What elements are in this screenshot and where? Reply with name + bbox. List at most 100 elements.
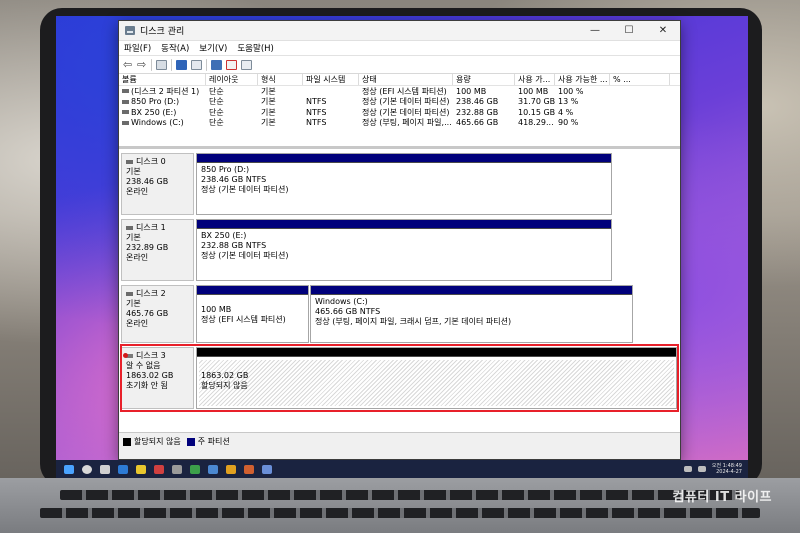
volume-layout: 단순 (209, 86, 224, 96)
clock[interactable]: 오전 1:48:49 2024-4-27 (712, 463, 742, 475)
partition-block[interactable]: 850 Pro (D:) 238.46 GB NTFS 정상 (기본 데이터 파… (196, 153, 612, 215)
disk-size: 238.46 GB (126, 177, 169, 186)
volume-row[interactable]: BX 250 (E:) 단순 기본 NTFS 정상 (기본 데이터 파티션) 2… (119, 107, 680, 118)
disk-2-row: 디스크 2 기본 465.76 GB 온라인 100 MB 정상 (EFI 시스… (121, 285, 676, 343)
volume-free-pct: 13 % (558, 97, 579, 107)
legend-swatch (123, 437, 131, 446)
settings-icon[interactable] (241, 59, 252, 70)
column-filesystem[interactable]: 파일 시스템 (303, 74, 359, 85)
legend-swatch (186, 437, 195, 446)
column-free-percent[interactable]: 사용 가능한 ... (555, 74, 610, 85)
column-type[interactable]: 형식 (258, 74, 303, 85)
column-extra[interactable]: % ... (610, 74, 670, 85)
connect-icon[interactable] (211, 59, 222, 70)
app-icon[interactable] (190, 464, 200, 474)
disk-name: 디스크 1 (136, 223, 166, 232)
volume-capacity: 238.46 GB (456, 97, 499, 107)
help-icon[interactable] (176, 59, 187, 70)
menu-file[interactable]: 파일(F) (119, 42, 156, 54)
column-volume[interactable]: 볼륨 (119, 74, 206, 85)
volume-free: 418.29... (518, 118, 554, 128)
task-view-icon[interactable] (100, 464, 110, 474)
disk-state: 온라인 (126, 319, 149, 328)
disk-label[interactable]: 디스크 0 기본 238.46 GB 온라인 (121, 153, 194, 215)
app-icon[interactable] (226, 464, 236, 474)
partition-block[interactable]: BX 250 (E:) 232.88 GB NTFS 정상 (기본 데이터 파티… (196, 219, 612, 281)
volume-free-pct: 4 % (558, 107, 574, 117)
disk-kind: 기본 (126, 233, 141, 242)
menu-view[interactable]: 보기(V) (194, 42, 232, 54)
start-icon[interactable] (64, 464, 74, 474)
column-free[interactable]: 사용 가... (515, 74, 555, 85)
key-row (40, 508, 760, 518)
disk-1-row: 디스크 1 기본 232.89 GB 온라인 BX 250 (E:) 232.8… (121, 219, 676, 281)
disk-management-taskbar-icon[interactable] (262, 464, 272, 474)
volume-type: 기본 (261, 118, 276, 128)
primary-partition-bar (311, 286, 632, 295)
console-tree-icon[interactable] (156, 59, 167, 70)
disk-kind: 기본 (126, 167, 141, 176)
maximize-button[interactable]: ☐ (612, 25, 646, 36)
volume-name: BX 250 (E:) (131, 107, 177, 117)
menu-bar: 파일(F) 동작(A) 보기(V) 도움말(H) (119, 41, 680, 56)
drive-icon (122, 110, 129, 115)
volume-type: 기본 (261, 86, 276, 96)
menu-help[interactable]: 도움말(H) (232, 42, 278, 54)
properties-icon[interactable] (191, 59, 202, 70)
clock-date: 2024-4-27 (716, 469, 742, 475)
column-capacity[interactable]: 용량 (453, 74, 515, 85)
volume-free-pct: 100 % (558, 86, 584, 96)
primary-partition-bar (197, 154, 611, 163)
volume-row[interactable]: 850 Pro (D:) 단순 기본 NTFS 정상 (기본 데이터 파티션) … (119, 97, 680, 108)
volume-name: Windows (C:) (131, 118, 184, 128)
minimize-button[interactable]: — (578, 25, 612, 36)
disk-state: 온라인 (126, 253, 149, 262)
app-icon[interactable] (244, 464, 254, 474)
disk-management-window: 디스크 관리 — ☐ ✕ 파일(F) 동작(A) 보기(V) 도움말(H) ⇦ … (118, 20, 681, 460)
disk-size: 232.89 GB (126, 243, 169, 252)
volume-list-header: 볼륨 레이아웃 형식 파일 시스템 상태 용량 사용 가... 사용 가능한 .… (119, 74, 680, 86)
forward-arrow-icon[interactable]: ⇨ (137, 59, 147, 70)
disk-map: 디스크 0 기본 238.46 GB 온라인 850 Pro (D:) 238.… (119, 149, 680, 432)
partition-title: 850 Pro (D:) (201, 165, 250, 174)
disk-size: 465.76 GB (126, 309, 169, 318)
volume-fs: NTFS (306, 97, 327, 107)
disk-label[interactable]: 디스크 2 기본 465.76 GB 온라인 (121, 285, 194, 343)
disk-icon (126, 160, 133, 164)
back-arrow-icon[interactable]: ⇦ (123, 59, 133, 70)
app-icon[interactable] (208, 464, 218, 474)
check-icon[interactable] (226, 59, 237, 70)
partition-size: 238.46 GB NTFS (201, 175, 267, 184)
disk-label[interactable]: 디스크 1 기본 232.89 GB 온라인 (121, 219, 194, 281)
system-tray: 오전 1:48:49 2024-4-27 (683, 463, 748, 475)
search-icon[interactable] (82, 464, 92, 474)
close-button[interactable]: ✕ (646, 25, 680, 36)
disk-icon (126, 226, 133, 230)
toolbar-separator (171, 58, 172, 71)
volume-free: 10.15 GB (518, 107, 555, 117)
partition-size: 100 MB (201, 305, 232, 314)
volume-status: 정상 (EFI 시스템 파티션) (362, 86, 447, 96)
column-status[interactable]: 상태 (359, 74, 453, 85)
app-icon[interactable] (154, 464, 164, 474)
partition-size: 465.66 GB NTFS (315, 307, 381, 316)
column-layout[interactable]: 레이아웃 (206, 74, 258, 85)
disk-state: 온라인 (126, 187, 149, 196)
volume-row[interactable]: Windows (C:) 단순 기본 NTFS 정상 (부팅, 페이지 파일,.… (119, 118, 680, 129)
volume-free: 100 MB (518, 86, 549, 96)
kakaotalk-icon[interactable] (136, 464, 146, 474)
app-icon[interactable] (118, 464, 128, 474)
volume-row[interactable]: (디스크 2 파티션 1) 단순 기본 정상 (EFI 시스템 파티션) 100… (119, 86, 680, 97)
volume-icon[interactable] (697, 466, 706, 472)
taskbar: 오전 1:48:49 2024-4-27 (56, 460, 748, 478)
partition-block[interactable]: Windows (C:) 465.66 GB NTFS 정상 (부팅, 페이지 … (310, 285, 633, 343)
volume-capacity: 465.66 GB (456, 118, 499, 128)
app-icon[interactable] (172, 464, 182, 474)
volume-name: 850 Pro (D:) (131, 97, 180, 107)
partition-block[interactable]: 100 MB 정상 (EFI 시스템 파티션) (196, 285, 309, 343)
disk-management-app-icon (125, 26, 135, 35)
network-icon[interactable] (683, 466, 692, 472)
volume-free: 31.70 GB (518, 97, 555, 107)
toolbar: ⇦ ⇨ (119, 56, 680, 74)
menu-action[interactable]: 동작(A) (156, 42, 194, 54)
